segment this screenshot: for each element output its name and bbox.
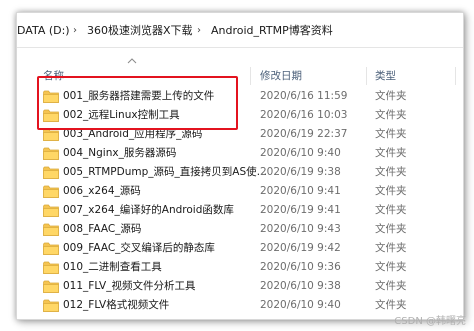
column-modified-header[interactable]: 修改日期 [260,67,302,85]
breadcrumb-item-drive[interactable]: DATA (D:) [17,23,70,39]
column-type-header[interactable]: 类型 [375,67,396,85]
file-modified-date: 2020/6/10 9:41 [260,185,341,197]
chevron-right-icon[interactable]: › [197,23,201,39]
file-type: 文件夹 [375,242,407,254]
file-name[interactable]: 007_x264_编译好的Android函数库 [63,202,234,219]
file-type: 文件夹 [375,261,407,273]
chevron-right-icon[interactable]: › [73,23,77,39]
watermark: CSDN @韩曙亮 [394,316,466,327]
file-type: 文件夹 [375,166,407,178]
table-row[interactable]: 011_FLV_视频文件分析工具 2020/6/10 9:38 文件夹 [17,278,463,295]
table-row[interactable]: 007_x264_编译好的Android函数库 2020/6/19 9:41 文件夹 [17,202,463,219]
file-name[interactable]: 006_x264_源码 [63,183,141,200]
file-modified-date: 2020/6/19 9:38 [260,166,341,178]
file-name[interactable]: 011_FLV_视频文件分析工具 [63,278,195,295]
folder-icon [43,204,59,217]
highlight-box [37,76,238,130]
file-type: 文件夹 [375,223,407,235]
file-modified-date: 2020/6/10 9:36 [260,261,341,273]
table-row[interactable]: 005_RTMPDump_源码_直接拷贝到AS使… 2020/6/19 9:38 文… [17,164,463,181]
file-name[interactable]: 008_FAAC_源码 [63,221,141,238]
column-divider[interactable] [250,67,251,85]
file-modified-date: 2020/6/19 22:37 [260,128,348,140]
file-name[interactable]: 010_二进制查看工具 [63,259,162,276]
table-row[interactable]: 008_FAAC_源码 2020/6/10 9:43 文件夹 [17,221,463,238]
file-type: 文件夹 [375,280,407,292]
file-type: 文件夹 [375,204,407,216]
table-row[interactable]: 006_x264_源码 2020/6/10 9:41 文件夹 [17,183,463,200]
file-modified-date: 2020/6/16 11:59 [260,90,348,102]
file-modified-date: 2020/6/16 10:03 [260,109,348,121]
file-modified-date: 2020/6/10 9:38 [260,280,341,292]
address-bar[interactable]: DATA (D:) › 360极速浏览器X下载 › Android_RTMP博客… [17,13,463,48]
folder-icon [43,242,59,255]
breadcrumb-item-download-folder[interactable]: 360极速浏览器X下载 [87,23,193,39]
folder-icon [43,166,59,179]
folder-icon [43,223,59,236]
file-type: 文件夹 [375,109,407,121]
folder-icon [43,299,59,312]
file-modified-date: 2020/6/10 9:43 [260,223,341,235]
column-divider[interactable] [455,67,456,85]
chevron-up-icon [127,58,137,64]
file-name[interactable]: 009_FAAC_交叉编译后的静态库 [63,240,215,257]
folder-icon [43,185,59,198]
folder-icon [43,280,59,293]
table-row[interactable]: 009_FAAC_交叉编译后的静态库 2020/6/19 9:42 文件夹 [17,240,463,257]
file-name[interactable]: 012_FLV格式视频文件 [63,297,169,314]
file-type: 文件夹 [375,90,407,102]
explorer-window: DATA (D:) › 360极速浏览器X下载 › Android_RTMP博客… [16,12,464,320]
file-modified-date: 2020/6/19 9:42 [260,242,341,254]
folder-icon [43,261,59,274]
column-divider[interactable] [366,67,367,85]
table-row[interactable]: 010_二进制查看工具 2020/6/10 9:36 文件夹 [17,259,463,276]
file-type: 文件夹 [375,185,407,197]
file-type: 文件夹 [375,147,407,159]
file-modified-date: 2020/6/10 9:40 [260,299,341,311]
file-name[interactable]: 005_RTMPDump_源码_直接拷贝到AS使… [63,164,267,181]
file-type: 文件夹 [375,128,407,140]
file-name[interactable]: 004_Nginx_服务器源码 [63,145,176,162]
file-modified-date: 2020/6/19 9:41 [260,204,341,216]
breadcrumb-item-current-folder[interactable]: Android_RTMP博客资料 [211,23,333,39]
folder-icon [43,147,59,160]
file-modified-date: 2020/6/10 9:40 [260,147,341,159]
table-row[interactable]: 004_Nginx_服务器源码 2020/6/10 9:40 文件夹 [17,145,463,162]
